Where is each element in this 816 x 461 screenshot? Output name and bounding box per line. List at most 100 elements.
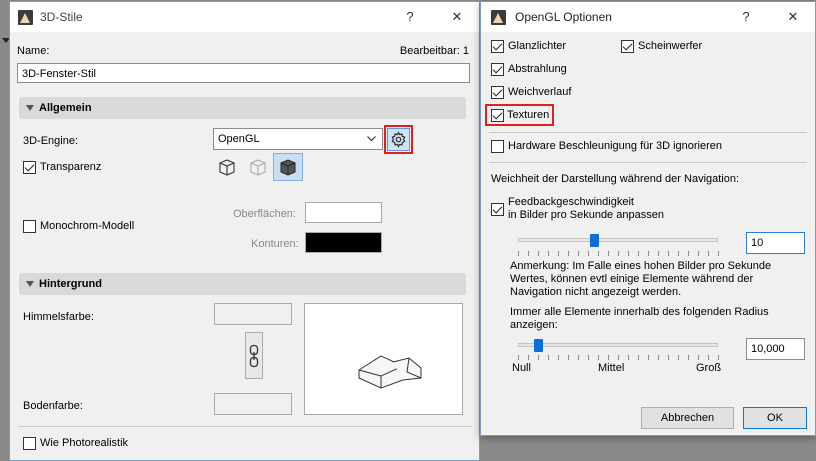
- photorealistic-label: Wie Photorealistik: [40, 437, 129, 449]
- transparency-label: Transparenz: [40, 161, 102, 173]
- style-name-input[interactable]: 3D-Fenster-Stil: [17, 63, 470, 83]
- close-button[interactable]: ✕: [782, 6, 804, 28]
- slider-tick: [718, 251, 719, 256]
- slider-tick: [648, 251, 649, 256]
- close-button[interactable]: ✕: [446, 6, 468, 28]
- scale-mid-label: Mittel: [598, 362, 625, 374]
- archicad-app-icon: [491, 10, 506, 25]
- fps-slider-ticks: [518, 251, 719, 256]
- slider-tick: [688, 251, 689, 256]
- cancel-button[interactable]: Abbrechen: [641, 407, 734, 429]
- slider-tick: [638, 355, 639, 360]
- slider-tick: [708, 251, 709, 256]
- slider-tick: [548, 355, 549, 360]
- surfaces-label: Oberflächen:: [233, 208, 296, 220]
- slider-tick: [568, 251, 569, 256]
- slider-tick: [538, 355, 539, 360]
- radius-label: Immer alle Elemente innerhalb des folgen…: [510, 306, 769, 318]
- slider-tick: [658, 251, 659, 256]
- divider: [489, 162, 807, 163]
- note-line-3: Navigation nicht angezeigt werden.: [510, 286, 682, 298]
- contours-label: Konturen:: [251, 238, 299, 250]
- surfaces-color-swatch[interactable]: [305, 202, 382, 223]
- title-bar: OpenGL Optionen ? ✕: [481, 2, 815, 32]
- slider-tick: [668, 251, 669, 256]
- 3d-styles-dialog: 3D-Stile ? ✕ Name: Bearbeitbar: 1 3D-Fen…: [9, 1, 480, 461]
- preview-house-icon: [358, 355, 422, 389]
- sky-color-swatch[interactable]: [214, 303, 292, 325]
- fps-slider-thumb[interactable]: [590, 234, 599, 247]
- wireframe-mode-icon[interactable]: [247, 156, 269, 178]
- contours-color-swatch[interactable]: [305, 232, 382, 253]
- slider-tick: [528, 251, 529, 256]
- slider-tick: [588, 355, 589, 360]
- photorealistic-checkbox[interactable]: [23, 437, 36, 450]
- feedback-speed-label-2: in Bilder pro Sekunde anpassen: [508, 209, 664, 221]
- spotlights-checkbox[interactable]: [621, 40, 634, 53]
- emission-checkbox[interactable]: [491, 63, 504, 76]
- slider-tick: [628, 251, 629, 256]
- navigation-smoothness-label: Weichheit der Darstellung während der Na…: [491, 173, 740, 185]
- shaded-mode-icon[interactable]: [216, 156, 238, 178]
- slider-tick: [608, 251, 609, 256]
- ignore-hw-acceleration-label: Hardware Beschleunigung für 3D ignoriere…: [508, 140, 723, 152]
- fps-input[interactable]: 10: [746, 232, 805, 254]
- slider-tick: [698, 251, 699, 256]
- slider-tick: [548, 251, 549, 256]
- slider-tick: [558, 355, 559, 360]
- radius-label-2: anzeigen:: [510, 319, 558, 331]
- slider-tick: [578, 251, 579, 256]
- radius-input[interactable]: 10,000: [746, 338, 805, 360]
- section-background-title: Hintergrund: [39, 278, 102, 290]
- textures-label: Texturen: [507, 109, 550, 121]
- slider-tick: [618, 251, 619, 256]
- chain-link-icon: [249, 344, 259, 368]
- section-general-header[interactable]: Allgemein: [19, 97, 466, 119]
- slider-tick: [558, 251, 559, 256]
- slider-tick: [568, 355, 569, 360]
- transparency-checkbox[interactable]: [23, 161, 36, 174]
- slider-tick: [598, 251, 599, 256]
- highlights-checkbox[interactable]: [491, 40, 504, 53]
- hidden-line-mode-button[interactable]: [273, 153, 303, 181]
- engine-label: 3D-Engine:: [23, 135, 79, 147]
- note-line-1: Anmerkung: Im Falle eines hohen Bilder p…: [510, 260, 772, 272]
- soft-gradient-label: Weichverlauf: [508, 86, 572, 98]
- ground-color-swatch[interactable]: [214, 393, 292, 415]
- collapse-triangle-icon: [26, 105, 34, 111]
- fps-slider-track[interactable]: [518, 238, 718, 242]
- slider-tick: [638, 251, 639, 256]
- slider-tick: [718, 355, 719, 360]
- name-label: Name:: [17, 45, 50, 57]
- help-button[interactable]: ?: [735, 6, 757, 28]
- chevron-down-icon: [367, 136, 376, 142]
- slider-tick: [658, 355, 659, 360]
- slider-tick: [618, 355, 619, 360]
- soft-gradient-checkbox[interactable]: [491, 86, 504, 99]
- divider: [19, 426, 472, 427]
- help-button[interactable]: ?: [399, 6, 421, 28]
- engine-settings-button[interactable]: [387, 128, 410, 151]
- title-bar: 3D-Stile ? ✕: [10, 2, 479, 32]
- radius-slider-thumb[interactable]: [534, 339, 543, 352]
- slider-tick: [648, 355, 649, 360]
- monochrome-checkbox[interactable]: [23, 220, 36, 233]
- engine-select[interactable]: OpenGL: [213, 128, 383, 150]
- section-background-header[interactable]: Hintergrund: [19, 273, 466, 295]
- link-colors-button[interactable]: [245, 332, 263, 379]
- slider-tick: [678, 251, 679, 256]
- archicad-app-icon: [18, 10, 33, 25]
- textures-checkbox[interactable]: [491, 109, 504, 122]
- section-general-title: Allgemein: [39, 102, 92, 114]
- slider-tick: [628, 355, 629, 360]
- note-line-2: Wertes, können evtl einige Elemente währ…: [510, 273, 754, 285]
- ok-button[interactable]: OK: [743, 407, 807, 429]
- slider-tick: [678, 355, 679, 360]
- feedback-speed-checkbox[interactable]: [491, 203, 504, 216]
- slider-tick: [578, 355, 579, 360]
- highlights-label: Glanzlichter: [508, 40, 567, 52]
- collapse-triangle-icon: [26, 281, 34, 287]
- monochrome-label: Monochrom-Modell: [40, 220, 135, 232]
- radius-slider-track[interactable]: [518, 343, 718, 347]
- ignore-hw-acceleration-checkbox[interactable]: [491, 140, 504, 153]
